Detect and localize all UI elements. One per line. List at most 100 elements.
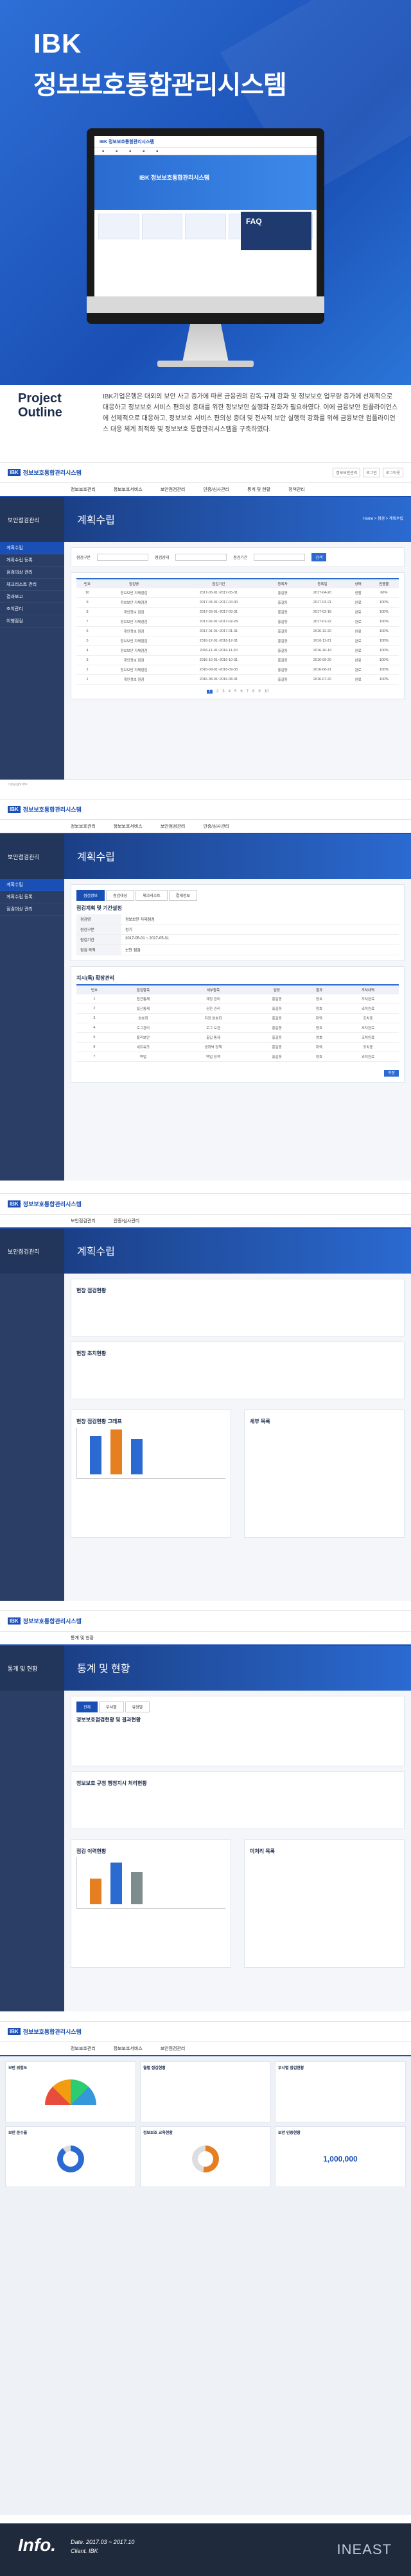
table-row[interactable]: 10 정보보안 자체점검 2017-05-01~2017-05-31 홍길동 2017-…	[76, 588, 399, 598]
page-link[interactable]: 4	[229, 690, 231, 694]
gnb-item[interactable]: 통계 및 현황	[247, 486, 270, 493]
app-logo[interactable]: IBK 정보보호통합관리시스템	[8, 805, 82, 814]
gnb-item[interactable]: 보안점검관리	[161, 2045, 186, 2052]
tab[interactable]: 부서별	[99, 1702, 124, 1712]
page-link[interactable]: 8	[252, 690, 254, 694]
gnb-item[interactable]: 정책관리	[288, 486, 305, 493]
tab[interactable]: 유형별	[125, 1702, 150, 1712]
app-logo[interactable]: IBK 정보보호통합관리시스템	[8, 1617, 82, 1625]
form-value[interactable]: 정기	[121, 925, 399, 934]
table-row[interactable]: 5 물리보안 출입 통제 홍길동 양호 조치완료	[76, 1032, 399, 1043]
table-row[interactable]: 6 네트워크 방화벽 정책 홍길동 취약 조치중	[76, 1042, 399, 1052]
page-link[interactable]: 5	[234, 690, 236, 694]
tab[interactable]: 점검정보	[76, 890, 105, 901]
gnb-item[interactable]: 정보보호관리	[71, 823, 96, 830]
page-link[interactable]: 7	[247, 690, 249, 694]
gnb-item[interactable]: 보안점검관리	[71, 1218, 96, 1224]
bar	[90, 1436, 101, 1474]
gnb-item[interactable]: 정보보호서비스	[114, 2045, 143, 2052]
table-row[interactable]: 2 정보보안 자체점검 2016-09-01~2016-09-30 홍길동 2016-0…	[76, 665, 399, 675]
sidebar-item[interactable]: 계획수립 등록	[0, 891, 64, 903]
table-cell: 완료	[347, 617, 369, 627]
gnb-item[interactable]: 정보보호관리	[71, 486, 96, 493]
page-link[interactable]: 2	[216, 690, 218, 694]
table-cell: 2017-02-01~2017-02-28	[169, 617, 268, 627]
gnb-item[interactable]: 인증/심사관리	[203, 486, 229, 493]
form-value[interactable]: 2017-05-01 ~ 2017-05-31	[121, 935, 399, 944]
gnb-item[interactable]: 정보보호서비스	[114, 823, 143, 830]
table-cell: 암호화	[112, 1013, 174, 1023]
table-cell: 2017-03-01~2017-03-31	[169, 607, 268, 617]
table-row[interactable]: 1 개인정보 점검 2016-08-01~2016-08-31 홍길동 2016-07-…	[76, 674, 399, 685]
gnb-item[interactable]: 보안점검관리	[161, 823, 186, 830]
login-btn[interactable]: 로그인	[363, 468, 380, 477]
form-value[interactable]: 정보보안 자체점검	[121, 914, 399, 924]
date-input[interactable]	[254, 554, 306, 561]
table-row[interactable]: 7 백업 백업 정책 홍길동 양호 조치완료	[76, 1052, 399, 1062]
filter-select[interactable]	[175, 554, 227, 561]
user-btn[interactable]: 정보보안관리	[333, 468, 361, 477]
sidebar-item[interactable]: 조치관리	[0, 603, 64, 615]
table-row[interactable]: 3 암호화 저장 암호화 홍길동 취약 조치중	[76, 1013, 399, 1023]
table-cell: 저장 암호화	[173, 1013, 253, 1023]
table-cell: 네트워크	[112, 1042, 174, 1052]
search-button[interactable]: 검색	[311, 553, 327, 561]
status-bar-chart	[76, 1428, 225, 1479]
table-row[interactable]: 2 접근통제 권한 관리 홍길동 양호 조치완료	[76, 1003, 399, 1014]
sidebar-item[interactable]: 점검대상 관리	[0, 567, 64, 579]
table-row[interactable]: 9 정보보안 자체점검 2017-04-01~2017-04-30 홍길동 2017-0…	[76, 597, 399, 608]
table-row[interactable]: 6 개인정보 점검 2017-01-01~2017-01-31 홍길동 2016-12-…	[76, 626, 399, 636]
app-logo[interactable]: IBK 정보보호통합관리시스템	[8, 468, 82, 477]
table-cell: 조치완료	[337, 1003, 399, 1014]
save-button[interactable]: 저장	[383, 1070, 399, 1077]
table-cell: 100%	[369, 636, 399, 646]
tab[interactable]: 결재정보	[168, 890, 197, 901]
gnb-item[interactable]: 정보보호관리	[71, 2045, 96, 2052]
sidebar-item[interactable]: 결과보고	[0, 591, 64, 603]
sidebar-item[interactable]: 계획수립 등록	[0, 554, 64, 567]
table-cell: 홍길동	[267, 588, 298, 598]
page-link[interactable]: 6	[240, 690, 242, 694]
table-cell: 60%	[369, 588, 399, 598]
gnb-item[interactable]: 보안점검관리	[161, 486, 186, 493]
filter-select[interactable]	[97, 554, 149, 561]
table-row[interactable]: 4 정보보안 자체점검 2016-11-01~2016-11-30 홍길동 2016-1…	[76, 645, 399, 656]
table-cell: 2	[76, 1003, 112, 1014]
table-row[interactable]: 7 정보보안 자체점검 2017-02-01~2017-02-28 홍길동 2017-0…	[76, 617, 399, 627]
tab[interactable]: 체크리스트	[136, 890, 168, 901]
table-row[interactable]: 8 개인정보 점검 2017-03-01~2017-03-31 홍길동 2017-02-…	[76, 607, 399, 617]
gnb-item[interactable]: 통계 및 현황	[71, 1635, 94, 1641]
page-link[interactable]: 10	[265, 690, 269, 694]
tab[interactable]: 전체	[76, 1702, 98, 1712]
column-header: 진행률	[369, 578, 399, 588]
sidebar: 통계 및 현황	[0, 1646, 64, 2011]
page-link[interactable]: 3	[222, 690, 224, 694]
bar	[131, 1439, 143, 1474]
page-link[interactable]: 9	[258, 690, 260, 694]
table-cell: 2017-04-20	[297, 588, 347, 598]
tab[interactable]: 점검대상	[106, 890, 135, 901]
gnb-item[interactable]: 정보보호서비스	[114, 486, 143, 493]
table-row[interactable]: 4 로그관리 로그 보관 홍길동 양호 조치완료	[76, 1023, 399, 1033]
table-row[interactable]: 3 개인정보 점검 2016-10-01~2016-10-31 홍길동 2016-09-…	[76, 655, 399, 665]
logout-btn[interactable]: 로그아웃	[382, 468, 403, 477]
table-cell: 개인정보 점검	[98, 655, 170, 665]
bar	[110, 1863, 122, 1904]
table-cell: 정보보안 자체점검	[98, 645, 170, 656]
app-logo[interactable]: IBK 정보보호통합관리시스템	[8, 2027, 82, 2036]
table-row[interactable]: 1 접근통제 계정 관리 홍길동 양호 조치완료	[76, 994, 399, 1004]
page-link[interactable]: 1	[206, 690, 213, 694]
sidebar-item[interactable]: 이행점검	[0, 615, 64, 627]
sidebar-item[interactable]: 체크리스트 관리	[0, 579, 64, 591]
gnb-item[interactable]: 인증/심사관리	[203, 823, 229, 830]
app-logo[interactable]: IBK 정보보호통합관리시스템	[8, 1200, 82, 1208]
table-row[interactable]: 5 정보보안 자체점검 2016-12-01~2016-12-31 홍길동 2016-1…	[76, 636, 399, 646]
gnb-item[interactable]: 인증/심사관리	[114, 1218, 140, 1224]
form-value[interactable]: 보안 점검	[121, 945, 399, 955]
sidebar-item[interactable]: 계획수립	[0, 542, 64, 554]
sidebar-item[interactable]: 점검대상 관리	[0, 903, 64, 916]
pagination: 1 2 3 4 5 6 7 8 9 10	[76, 690, 399, 694]
sidebar-item[interactable]: 계획수립	[0, 879, 64, 891]
detail-tabs: 점검정보 점검대상 체크리스트 결재정보	[76, 890, 399, 901]
table-cell: 2016-10-01~2016-10-31	[169, 655, 268, 665]
